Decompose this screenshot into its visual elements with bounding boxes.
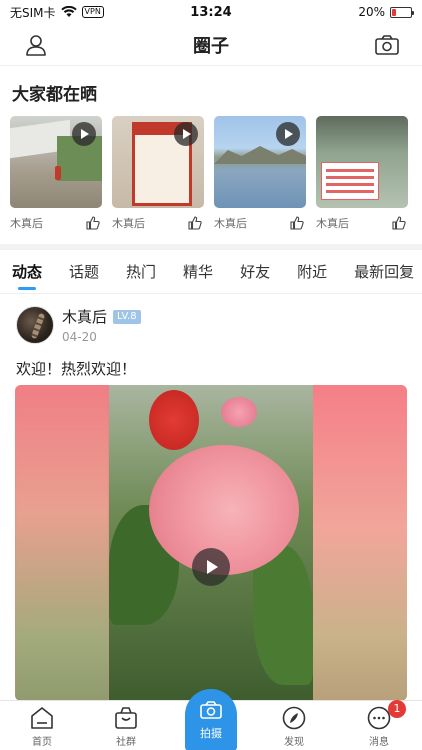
- tab-dynamic[interactable]: 动态: [12, 250, 42, 293]
- tab-hot[interactable]: 热门: [126, 250, 156, 293]
- battery-percent: 20%: [358, 5, 385, 19]
- bottom-nav: 首页 社群 拍摄 发现 消息 1: [0, 689, 422, 750]
- share-card[interactable]: 木真后: [10, 116, 102, 231]
- post-author-name[interactable]: 木真后: [62, 306, 107, 327]
- nav-messages[interactable]: 消息 1: [349, 700, 409, 748]
- share-card[interactable]: 木真后: [214, 116, 306, 231]
- home-icon: [31, 707, 53, 729]
- nav-shoot[interactable]: 拍摄: [185, 689, 237, 750]
- bag-icon: [115, 707, 137, 729]
- share-author: 木真后: [112, 217, 145, 230]
- share-author: 木真后: [214, 217, 247, 230]
- post-user-info: 木真后 LV.8 04-20: [62, 306, 141, 344]
- message-badge: 1: [388, 700, 406, 718]
- tab-friends[interactable]: 好友: [240, 250, 270, 293]
- share-meta: 木真后: [10, 215, 102, 231]
- like-icon[interactable]: [392, 216, 406, 230]
- share-list: 木真后 木真后 木真后 木真后: [10, 116, 408, 231]
- share-section-title: 大家都在晒: [12, 85, 97, 105]
- page-title: 圈子: [193, 35, 229, 57]
- battery-icon: [390, 6, 414, 18]
- share-author: 木真后: [316, 217, 349, 230]
- share-thumbnail[interactable]: [214, 116, 306, 208]
- nav-discover[interactable]: 发现: [264, 705, 324, 748]
- compass-icon: [282, 706, 306, 730]
- status-right: 20%: [358, 5, 414, 19]
- play-icon[interactable]: [192, 548, 230, 586]
- nav-discover-label: 发现: [284, 737, 304, 748]
- vpn-badge: VPN: [81, 6, 104, 18]
- share-thumbnail[interactable]: [112, 116, 204, 208]
- share-thumbnail[interactable]: [10, 116, 102, 208]
- nav-home[interactable]: 首页: [12, 705, 72, 748]
- like-icon[interactable]: [86, 216, 100, 230]
- share-meta: 木真后: [214, 215, 306, 231]
- share-card[interactable]: 木真后: [316, 116, 408, 231]
- feed-tabs: 动态 话题 热门 精华 好友 附近 最新回复: [0, 250, 422, 294]
- play-icon[interactable]: [72, 122, 96, 146]
- post-header: 木真后 LV.8 04-20: [16, 306, 141, 344]
- avatar[interactable]: [16, 306, 54, 344]
- status-time: 13:24: [190, 4, 232, 20]
- post-user-line: 木真后 LV.8: [62, 306, 141, 327]
- user-icon[interactable]: [24, 33, 48, 57]
- status-bar: 无SIM卡 VPN 13:24 20%: [0, 0, 422, 24]
- share-thumbnail[interactable]: [316, 116, 408, 208]
- tab-latest-reply[interactable]: 最新回复: [354, 250, 414, 293]
- like-icon[interactable]: [188, 216, 202, 230]
- video-blur-left: [15, 385, 109, 701]
- post-text: 欢迎！热烈欢迎！: [16, 360, 137, 378]
- share-meta: 木真后: [316, 215, 408, 231]
- nav-messages-label: 消息: [369, 737, 389, 748]
- nav-bar: 圈子: [0, 24, 422, 66]
- level-badge: LV.8: [113, 309, 141, 324]
- nav-home-label: 首页: [32, 737, 52, 748]
- share-card[interactable]: 木真后: [112, 116, 204, 231]
- video-frame: [109, 385, 313, 701]
- nav-community[interactable]: 社群: [96, 705, 156, 748]
- camera-icon[interactable]: [374, 33, 400, 57]
- like-icon[interactable]: [290, 216, 304, 230]
- nav-community-label: 社群: [116, 737, 136, 748]
- post-video[interactable]: [15, 385, 407, 701]
- play-icon[interactable]: [174, 122, 198, 146]
- tab-topics[interactable]: 话题: [69, 250, 99, 293]
- play-icon[interactable]: [276, 122, 300, 146]
- wifi-icon: [60, 6, 77, 17]
- status-left: 无SIM卡 VPN: [10, 4, 104, 21]
- carrier-label: 无SIM卡: [10, 5, 56, 20]
- share-section: 大家都在晒 木真后 木真后 木真后 木真后: [0, 66, 422, 244]
- post-date: 04-20: [62, 330, 97, 344]
- tab-nearby[interactable]: 附近: [297, 250, 327, 293]
- nav-shoot-label: 拍摄: [200, 727, 222, 740]
- tab-featured[interactable]: 精华: [183, 250, 213, 293]
- share-author: 木真后: [10, 217, 43, 230]
- share-meta: 木真后: [112, 215, 204, 231]
- battery-fill: [392, 8, 396, 16]
- video-blur-right: [313, 385, 407, 701]
- camera-icon: [200, 701, 222, 719]
